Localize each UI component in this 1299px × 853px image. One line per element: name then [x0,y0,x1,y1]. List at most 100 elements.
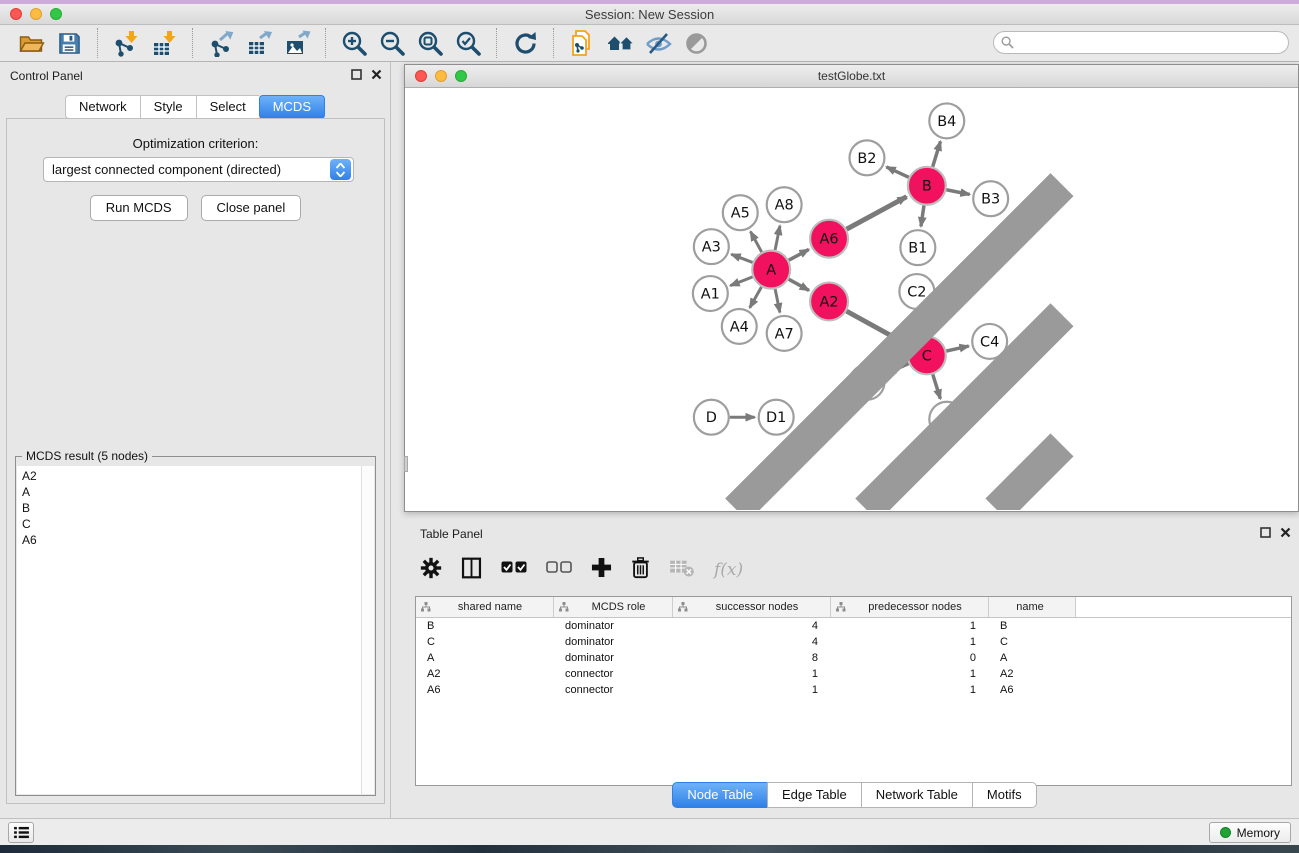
import-network-button[interactable] [110,27,142,59]
zoom-selected-icon [455,30,482,57]
show-hide-details-button[interactable] [642,27,674,59]
birdseye-button[interactable] [680,27,712,59]
mcds-result-title: MCDS result (5 nodes) [22,449,152,463]
first-neighbors-button[interactable] [604,27,636,59]
unchecked-boxes-icon [546,561,572,574]
table-settings-button[interactable] [420,557,442,584]
export-network-button[interactable] [205,27,237,59]
control-panel: Control Panel NetworkStyleSelectMCDS Opt… [0,62,391,818]
mcds-result-list[interactable]: A2ABCA6 [17,466,361,794]
column-panel-button[interactable] [461,557,482,584]
table-header-row: shared nameMCDS rolesuccessor nodesprede… [416,597,1291,618]
network-view-window: testGlobe.txt B4B2BB3A8A5A6A3B1AC2A1A2A4… [404,64,1299,512]
tab-network-table[interactable]: Network Table [861,782,972,808]
table-row[interactable]: Adominator80A [416,650,1291,666]
resize-grip-icon[interactable] [404,87,1297,510]
hide-details-eye-icon [645,30,672,57]
export-image-button[interactable] [281,27,313,59]
network-canvas[interactable]: B4B2BB3A8A5A6A3B1AC2A1A2A4A7C4CC1DD1C3 [405,88,1298,511]
select-stepper [330,159,351,180]
tab-network[interactable]: Network [65,95,140,119]
cell-name: B [989,620,1076,632]
memory-status-icon [1220,827,1231,838]
search-box[interactable] [993,31,1289,54]
hierarchy-icon [559,602,569,612]
zoom-fit-icon [417,30,444,57]
column-header-mcds-role[interactable]: MCDS role [554,597,673,617]
network-window-title: testGlobe.txt [405,69,1298,83]
cell-shared-name: A [416,652,554,664]
export-table-button[interactable] [243,27,275,59]
result-list-item[interactable]: A6 [17,532,361,548]
close-panel-icon[interactable] [1280,527,1291,538]
tab-select[interactable]: Select [196,95,259,119]
table-panel-header: Table Panel [410,520,1299,548]
function-builder-button: f(x) [714,560,743,580]
column-header-predecessor-nodes[interactable]: predecessor nodes [831,597,989,617]
optimization-label: Optimization criterion: [7,136,384,151]
cell-shared-name: A2 [416,668,554,680]
table-row[interactable]: Bdominator41B [416,618,1291,634]
app-titlebar: Session: New Session [0,4,1299,25]
select-all-columns-button[interactable] [501,561,527,579]
open-folder-icon [18,30,45,56]
result-list-item[interactable]: C [17,516,361,532]
hierarchy-icon [678,602,688,612]
delete-table-button [669,558,695,583]
result-list-item[interactable]: A2 [17,468,361,484]
column-header-name[interactable]: name [989,597,1076,617]
search-input[interactable] [1018,36,1288,50]
delete-table-icon [669,558,695,578]
duplicate-network-icon [569,30,596,57]
cell-name: C [989,636,1076,648]
cell-successor-nodes: 4 [673,620,831,632]
import-table-button[interactable] [148,27,180,59]
close-panel-button[interactable]: Close panel [201,195,302,221]
cell-shared-name: A6 [416,684,554,696]
list-icon [14,826,29,839]
task-history-button[interactable] [8,822,34,843]
network-window-titlebar[interactable]: testGlobe.txt [405,65,1298,88]
cell-shared-name: B [416,620,554,632]
zoom-in-button[interactable] [338,27,370,59]
tab-mcds[interactable]: MCDS [259,95,325,119]
tab-node-table[interactable]: Node Table [672,782,767,808]
zoom-fit-button[interactable] [414,27,446,59]
table-row[interactable]: A6connector11A6 [416,682,1291,698]
tab-motifs[interactable]: Motifs [972,782,1037,808]
duplicate-network-button[interactable] [566,27,598,59]
tab-style[interactable]: Style [140,95,196,119]
result-list-item[interactable]: A [17,484,361,500]
result-list-item[interactable]: B [17,500,361,516]
add-row-button[interactable] [591,557,612,583]
zoom-selected-button[interactable] [452,27,484,59]
toolbar-separator [496,28,497,58]
delete-row-button[interactable] [631,557,650,584]
close-panel-icon[interactable] [371,69,382,80]
table-panel-tabs: Node TableEdge TableNetwork TableMotifs [410,782,1299,808]
column-header-shared-name[interactable]: shared name [416,597,554,617]
window-title: Session: New Session [0,7,1299,22]
apply-layout-button[interactable] [509,27,541,59]
zoom-out-button[interactable] [376,27,408,59]
table-row[interactable]: Cdominator41C [416,634,1291,650]
run-mcds-button[interactable]: Run MCDS [90,195,188,221]
table-row[interactable]: A2connector11A2 [416,666,1291,682]
save-session-button[interactable] [53,27,85,59]
desktop-bottom-strip [0,845,1299,853]
float-panel-icon[interactable] [1260,527,1271,538]
result-scrollbar[interactable] [361,466,374,794]
cell-successor-nodes: 1 [673,668,831,680]
node-table[interactable]: shared nameMCDS rolesuccessor nodesprede… [415,596,1292,786]
deselect-all-columns-button[interactable] [546,561,572,579]
open-session-button[interactable] [15,27,47,59]
float-panel-icon[interactable] [351,69,362,80]
cell-predecessor-nodes: 1 [831,684,989,696]
optimization-select[interactable]: largest connected component (directed) [43,157,354,182]
side-grip[interactable] [404,456,408,472]
memory-button[interactable]: Memory [1209,822,1291,843]
tab-edge-table[interactable]: Edge Table [767,782,861,808]
mcds-result-group: MCDS result (5 nodes) A2ABCA6 [15,456,376,796]
cell-name: A6 [989,684,1076,696]
column-header-successor-nodes[interactable]: successor nodes [673,597,831,617]
